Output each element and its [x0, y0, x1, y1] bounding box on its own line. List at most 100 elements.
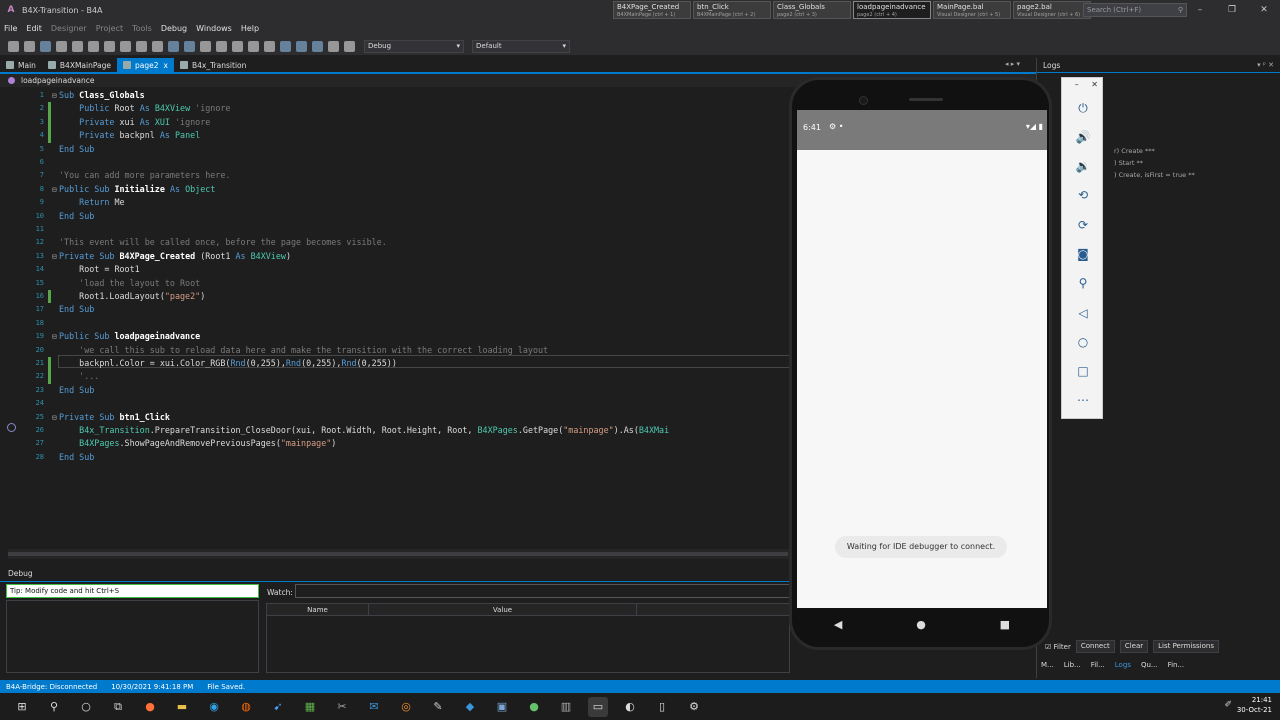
app-icon[interactable]: ▣: [492, 697, 512, 717]
save-icon[interactable]: [40, 40, 51, 52]
nav-back-icon[interactable]: ◀: [834, 618, 842, 631]
quick-tab[interactable]: page2.bal Visual Designer (ctrl + 6): [1013, 1, 1091, 19]
copy-icon[interactable]: [72, 40, 83, 52]
uncomment-icon[interactable]: [248, 40, 259, 52]
emulator-screen[interactable]: 6:41 ⚙ • ▾◢ ▮ Waiting for IDE debugger t…: [797, 110, 1047, 608]
list-permissions-button[interactable]: List Permissions: [1153, 640, 1219, 653]
connect-button[interactable]: Connect: [1075, 640, 1115, 653]
power-icon[interactable]: ⏻: [1074, 99, 1092, 117]
database-icon[interactable]: ▥: [556, 697, 576, 717]
browser-icon[interactable]: ◍: [236, 697, 256, 717]
comment-icon[interactable]: [232, 40, 243, 52]
step-out-icon[interactable]: [312, 40, 323, 52]
code-line[interactable]: 21 backpnl.Color = xui.Color_RGB(Rnd(0,2…: [0, 357, 790, 371]
close-button[interactable]: ✕: [1248, 0, 1280, 20]
settings-icon[interactable]: ⚙: [684, 697, 704, 717]
maximize-button[interactable]: ❐: [1216, 0, 1248, 20]
code-line[interactable]: 9 Return Me: [0, 196, 790, 209]
fold-toggle-icon[interactable]: ⊟: [52, 411, 57, 424]
nav-home-icon[interactable]: ●: [916, 618, 926, 631]
code-line[interactable]: 1 ⊟ Sub Class_Globals: [0, 89, 790, 102]
minimize-button[interactable]: –: [1184, 0, 1216, 20]
file-explorer-icon[interactable]: ▬: [172, 697, 192, 717]
cortana-icon[interactable]: ○: [76, 697, 96, 717]
more-icon[interactable]: ⋯: [1074, 391, 1092, 409]
mail-icon[interactable]: ✉: [364, 697, 384, 717]
build-target-select[interactable]: Default ▾: [472, 39, 570, 53]
code-line[interactable]: 15 'load the layout to Root: [0, 277, 790, 290]
undo-icon[interactable]: [120, 40, 131, 52]
watch-input[interactable]: [295, 584, 790, 598]
cut-icon[interactable]: [88, 40, 99, 52]
watch-table[interactable]: Name Value: [266, 603, 790, 673]
scrollbar-thumb[interactable]: [8, 552, 788, 556]
pen-icon[interactable]: ✐: [1224, 700, 1232, 710]
step-over-icon[interactable]: [280, 40, 291, 52]
column-header-value[interactable]: Value: [369, 604, 637, 615]
app-icon[interactable]: ◎: [396, 697, 416, 717]
code-line[interactable]: 10 End Sub: [0, 210, 790, 223]
clear-button[interactable]: Clear: [1119, 640, 1149, 653]
code-line[interactable]: 24: [0, 397, 790, 410]
zoom-icon[interactable]: ⚲: [1074, 274, 1092, 292]
search-icon[interactable]: ⚲: [1178, 6, 1183, 14]
app-icon[interactable]: ●: [524, 697, 544, 717]
code-line[interactable]: 14 Root = Root1: [0, 263, 790, 276]
volume-up-icon[interactable]: 🔊: [1074, 128, 1092, 146]
code-line[interactable]: 8 ⊟ Public Sub Initialize As Object: [0, 183, 790, 196]
app-icon[interactable]: ✎: [428, 697, 448, 717]
edge-icon[interactable]: ◉: [204, 697, 224, 717]
code-line[interactable]: 12 'This event will be called once, befor…: [0, 236, 790, 249]
debug-variables-area[interactable]: [6, 600, 259, 673]
step-in-icon[interactable]: [296, 40, 307, 52]
column-header-name[interactable]: Name: [267, 604, 369, 615]
app-icon[interactable]: ➹: [268, 697, 288, 717]
tab-logs[interactable]: Logs: [1115, 661, 1131, 669]
code-line[interactable]: 11: [0, 223, 790, 236]
fold-toggle-icon[interactable]: ⊟: [52, 330, 57, 343]
overview-icon[interactable]: □: [1074, 362, 1092, 380]
menu-designer[interactable]: Designer: [51, 24, 87, 33]
tab-modules[interactable]: M...: [1041, 661, 1054, 669]
emulator-close-icon[interactable]: ✕: [1091, 80, 1098, 89]
code-line[interactable]: 25 ⊟ Private Sub btn1_Click: [0, 411, 790, 424]
app-icon[interactable]: ▯: [652, 697, 672, 717]
quick-tab[interactable]: Class_Globals page2 (ctrl + 3): [773, 1, 851, 19]
tab-close-button[interactable]: x: [164, 61, 168, 70]
code-line[interactable]: 17 End Sub: [0, 303, 790, 316]
filter-checkbox[interactable]: ☑ Filter: [1045, 643, 1071, 651]
quick-tab[interactable]: MainPage.bal Visual Designer (ctrl + 5): [933, 1, 1011, 19]
quick-tab[interactable]: B4XPage_Created B4XMainPage (ctrl + 1): [613, 1, 691, 19]
back-icon[interactable]: ◁: [1074, 304, 1092, 322]
rotate-left-icon[interactable]: ⟲: [1074, 186, 1092, 204]
home-icon[interactable]: ○: [1074, 333, 1092, 351]
fold-toggle-icon[interactable]: ⊟: [52, 250, 57, 263]
menu-file[interactable]: File: [4, 24, 17, 33]
new-file-icon[interactable]: [8, 40, 19, 52]
menu-windows[interactable]: Windows: [196, 24, 232, 33]
breakpoint-icon[interactable]: [344, 40, 355, 52]
indent-icon[interactable]: [200, 40, 211, 52]
tab-find[interactable]: Fin...: [1168, 661, 1185, 669]
tab-files[interactable]: Fil...: [1091, 661, 1105, 669]
tab-b4xmainpage[interactable]: B4XMainPage: [42, 58, 117, 72]
code-line[interactable]: 26 B4x_Transition.PrepareTransition_Clos…: [0, 424, 790, 437]
volume-down-icon[interactable]: 🔉: [1074, 157, 1092, 175]
code-line[interactable]: 28 End Sub: [0, 451, 790, 464]
tab-b4x-transition[interactable]: B4x_Transition: [174, 58, 252, 72]
code-line[interactable]: 22 '...: [0, 370, 790, 384]
bookmark-icon[interactable]: [152, 40, 163, 52]
vscode-icon[interactable]: ◆: [460, 697, 480, 717]
app-icon[interactable]: ◐: [620, 697, 640, 717]
tip-field[interactable]: Tip: Modify code and hit Ctrl+S: [6, 584, 259, 598]
menu-edit[interactable]: Edit: [26, 24, 42, 33]
code-line[interactable]: 23 End Sub: [0, 384, 790, 397]
tab-libraries[interactable]: Lib...: [1064, 661, 1081, 669]
bridge-status[interactable]: B4A-Bridge: Disconnected: [6, 683, 97, 691]
menu-tools[interactable]: Tools: [132, 24, 152, 33]
code-editor[interactable]: 1 ⊟ Sub Class_Globals 2 Public Root As B4XV…: [0, 87, 790, 549]
panel-options-icon[interactable]: ▾ ᵖ ✕: [1257, 61, 1274, 69]
task-view-icon[interactable]: ⧉: [108, 697, 128, 717]
tab-quick-search[interactable]: Qu...: [1141, 661, 1158, 669]
code-line[interactable]: 4 Private backpnl As Panel: [0, 129, 790, 143]
